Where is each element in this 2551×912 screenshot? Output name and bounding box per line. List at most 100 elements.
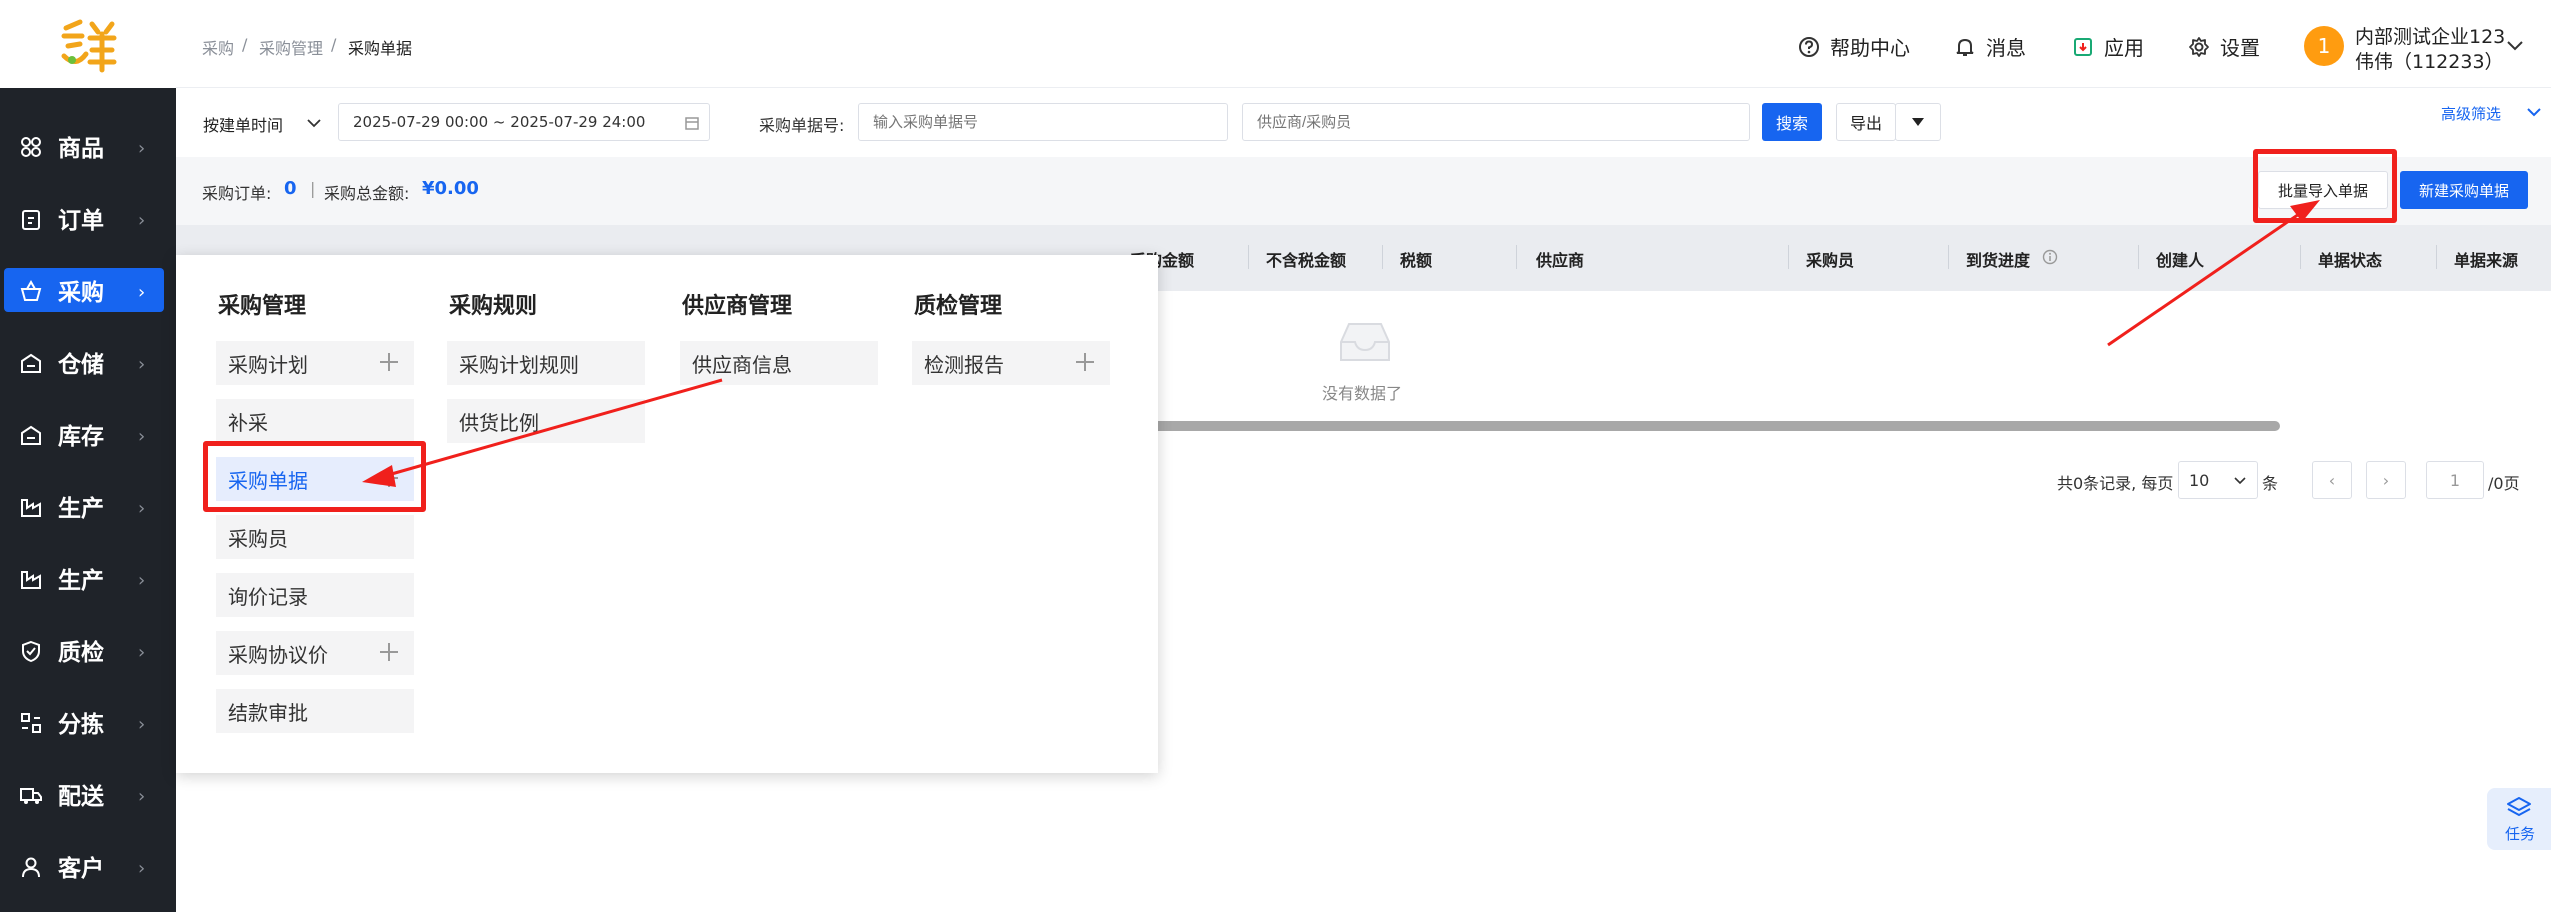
sidebar-item[interactable]: 采购 ›: [0, 254, 176, 326]
logo[interactable]: 鲜: [0, 0, 176, 88]
fresh-logo-icon: [61, 19, 117, 73]
advanced-filter-link[interactable]: 高级筛选: [2441, 103, 2501, 124]
supplier-buyer-input[interactable]: [1242, 103, 1750, 141]
help-center-button[interactable]: 帮助中心: [1798, 32, 1910, 61]
date-range-input[interactable]: 2025-07-29 00:00 ~ 2025-07-29 24:00: [338, 103, 710, 141]
chevron-down-icon[interactable]: [2506, 40, 2524, 52]
sidebar-item[interactable]: 分拣 ›: [0, 686, 176, 758]
menu-item-label: 供货比例: [459, 410, 539, 435]
factory-icon: [21, 571, 41, 589]
breadcrumb-item-management[interactable]: 采购管理: [259, 35, 323, 59]
column-divider: [2300, 245, 2301, 269]
page-size-select[interactable]: 10: [2178, 461, 2258, 499]
plus-icon[interactable]: [378, 641, 400, 663]
chevron-down-icon[interactable]: [306, 118, 322, 128]
sidebar-item[interactable]: 生产 ›: [0, 542, 176, 614]
search-button[interactable]: 搜索: [1762, 103, 1822, 141]
column-header-supplier[interactable]: 供应商: [1536, 247, 1584, 271]
menu-item[interactable]: 供货比例: [447, 399, 645, 443]
purchase-mega-menu: 采购管理 采购计划 补采 采购单据 采购员 询价记录 采购协议价 结款审批 采购规则 采购计划规则…: [176, 255, 1158, 773]
sidebar-item-label: 分拣: [58, 712, 104, 738]
menu-item-label: 结款审批: [228, 700, 308, 725]
column-header-creator[interactable]: 创建人: [2156, 247, 2204, 271]
help-center-label: 帮助中心: [1830, 36, 1910, 60]
column-divider: [1948, 245, 1949, 269]
breadcrumb-item-purchase[interactable]: 采购: [202, 35, 234, 59]
export-dropdown-button[interactable]: [1895, 103, 1941, 141]
column-header-status[interactable]: 单据状态: [2318, 247, 2382, 271]
sidebar-item[interactable]: 客户 ›: [0, 830, 176, 902]
menu-item[interactable]: 采购员: [216, 515, 414, 559]
sidebar-item-label: 商品: [58, 136, 104, 162]
menu-item[interactable]: 采购计划规则: [447, 341, 645, 385]
menu-item[interactable]: 询价记录: [216, 573, 414, 617]
apps-button[interactable]: 应用: [2072, 32, 2144, 61]
column-divider: [2436, 245, 2437, 269]
caret-down-icon: [1912, 118, 1924, 126]
menu-item[interactable]: 检测报告: [912, 341, 1110, 385]
column-header-tax[interactable]: 税额: [1400, 247, 1432, 271]
breadcrumb-separator: /: [331, 35, 337, 54]
sidebar-item-label: 客户: [58, 856, 104, 882]
menu-item[interactable]: 结款审批: [216, 689, 414, 733]
orders-count-label: 采购订单:: [202, 184, 272, 203]
prev-page-button[interactable]: ‹: [2312, 461, 2352, 499]
avatar[interactable]: 1: [2304, 26, 2344, 66]
plus-icon[interactable]: [1074, 351, 1096, 373]
menu-item[interactable]: 采购协议价: [216, 631, 414, 675]
horizontal-scrollbar[interactable]: [1150, 421, 2280, 431]
settings-button[interactable]: 设置: [2188, 32, 2260, 61]
chevron-down-icon: [2234, 476, 2246, 484]
column-divider: [1788, 245, 1789, 269]
sidebar-item[interactable]: 配送 ›: [0, 758, 176, 830]
orders-count-value: 0: [284, 178, 297, 199]
new-order-button[interactable]: 新建采购单据: [2400, 171, 2528, 209]
chevron-down-icon[interactable]: [2526, 107, 2542, 117]
messages-button[interactable]: 消息: [1954, 32, 2026, 61]
page-size-unit: 条: [2262, 474, 2279, 493]
date-type-select[interactable]: 按建单时间: [203, 112, 283, 136]
page-number-input[interactable]: 1: [2426, 461, 2484, 499]
messages-label: 消息: [1986, 36, 2026, 60]
truck-icon: [20, 788, 42, 804]
menu-item[interactable]: 补采: [216, 399, 414, 443]
menu-item[interactable]: 采购计划: [216, 341, 414, 385]
sidebar-item-label: 库存: [58, 424, 104, 450]
menu-item-label: 供应商信息: [692, 352, 792, 377]
basket-icon: [20, 280, 42, 301]
shield-check-icon: [22, 640, 40, 662]
next-page-button[interactable]: ›: [2366, 461, 2406, 499]
calendar-icon: [685, 117, 699, 130]
sidebar-item[interactable]: 订单 ›: [0, 182, 176, 254]
menu-column-title: 质检管理: [914, 294, 1003, 319]
annotation-box-batch-import: [2253, 149, 2397, 223]
column-divider: [1382, 245, 1383, 269]
factory-icon: [21, 499, 41, 517]
warehouse-icon: [21, 353, 41, 373]
order-no-input[interactable]: [858, 103, 1228, 141]
app-store-icon: [2074, 37, 2092, 56]
clipboard-icon: [22, 210, 40, 230]
menu-item[interactable]: 供应商信息: [680, 341, 878, 385]
breadcrumb-separator: /: [242, 35, 248, 54]
sidebar-nav: 商品 › 订单 › 采购 › 仓储 › 库存 › 生产 › 生产 › 质检 › 分拣 › 配送 › 客户 ›: [0, 110, 176, 902]
sidebar-item[interactable]: 库存 ›: [0, 398, 176, 470]
sidebar-item-label: 生产: [58, 568, 104, 594]
column-header-pre-tax[interactable]: 不含税金额: [1266, 247, 1346, 271]
sidebar-item[interactable]: 商品 ›: [0, 110, 176, 182]
info-circle-icon[interactable]: [2042, 249, 2058, 265]
help-circle-icon: [1799, 36, 1819, 57]
sidebar-item[interactable]: 仓储 ›: [0, 326, 176, 398]
column-header-source[interactable]: 单据来源: [2454, 247, 2518, 271]
column-header-buyer[interactable]: 采购员: [1806, 247, 1854, 271]
column-header-arrival-progress[interactable]: 到货进度: [1966, 247, 2030, 271]
sidebar-item-label: 仓储: [58, 352, 104, 378]
sidebar-item[interactable]: 质检 ›: [0, 614, 176, 686]
menu-item-label: 采购协议价: [228, 642, 328, 667]
settings-label: 设置: [2220, 36, 2260, 60]
plus-icon[interactable]: [378, 351, 400, 373]
apps-label: 应用: [2104, 36, 2144, 60]
export-button[interactable]: 导出: [1836, 103, 1896, 141]
sidebar-item[interactable]: 生产 ›: [0, 470, 176, 542]
layers-icon: [2507, 797, 2531, 817]
